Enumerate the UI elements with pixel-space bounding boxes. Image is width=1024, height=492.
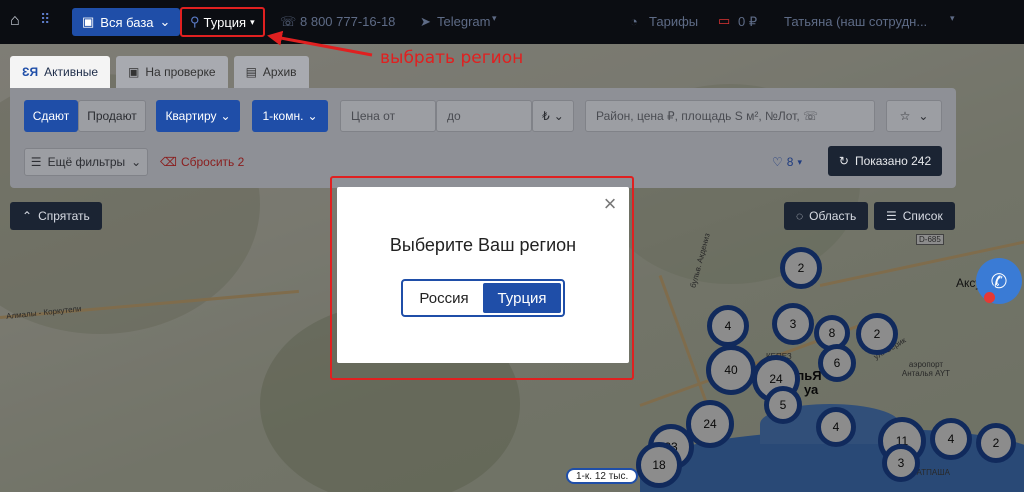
price-from-input[interactable]: Цена от xyxy=(340,100,436,132)
user-menu[interactable]: Татьяна (наш сотрудн... xyxy=(784,14,927,29)
base-selector-button[interactable]: ▣ Вся база ⌄ xyxy=(72,8,181,36)
user-icon: ◔ xyxy=(630,14,638,29)
notification-dot xyxy=(984,292,995,303)
building-icon: ▣ xyxy=(82,14,95,29)
caret-down-icon: ▾ xyxy=(797,156,802,167)
area-select-button[interactable]: ◌ Область xyxy=(784,202,869,230)
base-selector-label: Вся база xyxy=(100,14,154,30)
tab-label: На проверке xyxy=(145,65,216,79)
annotation-text: выбрать регион xyxy=(380,48,524,68)
chevron-up-icon: ⌃ xyxy=(22,209,33,223)
caret-down-icon: ▾ xyxy=(250,16,255,27)
chevron-down-icon: ⌄ xyxy=(159,14,171,29)
currency-label: ₺ xyxy=(542,109,550,123)
more-filters-button[interactable]: ☰ Ещё фильтры ⌄ xyxy=(24,148,148,176)
tab-label: Архив xyxy=(262,65,297,79)
dialog-title: Выберите Ваш регион xyxy=(389,235,577,255)
region-toggle: Россия Турция xyxy=(401,279,565,317)
heart-search-icon: ♡ xyxy=(772,155,783,169)
saved-searches-count: 8 xyxy=(786,155,794,169)
search-input[interactable]: Район, цена ₽, площадь S м², №Лот, ☏ xyxy=(585,100,875,132)
more-filters-label: Ещё фильтры xyxy=(47,155,126,169)
home-icon[interactable]: ⌂ xyxy=(10,12,20,30)
rent-toggle[interactable]: Сдают xyxy=(24,100,78,132)
region-dialog: × Выберите Ваш регион Россия Турция xyxy=(337,187,629,363)
chevron-down-icon: ⌄ xyxy=(307,109,318,123)
area-select-label: Область xyxy=(809,209,857,223)
show-results-label: Показано 242 xyxy=(854,154,932,168)
top-navigation: ⌂ ⠿ ▣ Вся база ⌄ ⚲ Турция ▾ ☏ 8 800 777-… xyxy=(0,0,1024,44)
chevron-down-icon: ⌄ xyxy=(918,109,929,123)
reset-filters-label: Сбросить 2 xyxy=(180,155,245,169)
sell-toggle[interactable]: Продают xyxy=(78,100,146,132)
support-phone[interactable]: 8 800 777-16-18 xyxy=(300,14,395,29)
phone-icon: ✆ xyxy=(990,270,1008,293)
region-option-russia[interactable]: Россия xyxy=(405,283,483,313)
favorites-select[interactable]: ☆ ⌄ xyxy=(886,100,942,132)
lasso-icon: ◌ xyxy=(796,209,804,223)
list-view-label: Список xyxy=(902,209,943,223)
tab-under-review[interactable]: ▣ На проверке xyxy=(116,56,228,88)
hide-panel-button[interactable]: ⌃ Спрятать xyxy=(10,202,102,230)
tab-label: Активные xyxy=(44,65,99,79)
reset-filters-button[interactable]: ⌫ Сбросить 2 xyxy=(160,148,244,176)
tariffs-link[interactable]: Тарифы xyxy=(649,14,698,29)
tab-archive[interactable]: ▤ Архив xyxy=(233,56,309,88)
telegram-link[interactable]: Telegram xyxy=(437,14,490,29)
user-pin-icon: ⚲ xyxy=(190,14,200,29)
saved-searches-button[interactable]: ♡ 8 ▾ xyxy=(772,148,802,176)
star-icon: ☆ xyxy=(899,109,911,123)
price-to-input[interactable]: до xyxy=(436,100,532,132)
price-badge[interactable]: 1-к. 12 тыс. xyxy=(566,468,639,484)
phone-icon: ☏ xyxy=(280,14,297,29)
people-icon: ƐЯ xyxy=(22,65,39,79)
currency-select[interactable]: ₺ ⌄ xyxy=(532,100,574,132)
rooms-select[interactable]: 1-комн. ⌄ xyxy=(252,100,328,132)
refresh-icon: ↻ xyxy=(838,154,849,168)
tab-active[interactable]: ƐЯ Активные xyxy=(10,56,111,88)
callback-widget[interactable]: ✆ xyxy=(976,258,1022,304)
calendar-check-icon: ▣ xyxy=(128,65,140,79)
region-option-turkey[interactable]: Турция xyxy=(483,283,561,313)
chevron-down-icon: ⌄ xyxy=(131,155,142,169)
chevron-down-icon: ⌄ xyxy=(553,109,564,123)
sliders-icon: ☰ xyxy=(30,155,42,169)
hide-panel-label: Спрятать xyxy=(38,209,90,223)
show-results-button[interactable]: ↻ Показано 242 xyxy=(828,146,942,176)
filter-panel-body: Сдают Продают Квартиру ⌄ 1-комн. ⌄ Цена … xyxy=(10,88,956,188)
region-selector-button[interactable]: ⚲ Турция ▾ xyxy=(180,7,265,37)
close-icon[interactable]: × xyxy=(599,193,621,215)
rooms-label: 1-комн. xyxy=(262,109,304,123)
caret-down-icon: ▾ xyxy=(492,13,497,23)
caret-down-icon: ▾ xyxy=(950,13,955,23)
region-selector-label: Турция xyxy=(203,14,247,30)
chevron-down-icon: ⌄ xyxy=(220,109,231,123)
filter-panel: ƐЯ Активные ▣ На проверке ▤ Архив Сдают … xyxy=(10,56,956,188)
apps-grid-icon[interactable]: ⠿ xyxy=(40,11,50,28)
property-type-label: Квартиру xyxy=(165,109,217,123)
telegram-icon: ➤ xyxy=(420,14,431,29)
archive-icon: ▤ xyxy=(245,65,257,79)
broom-icon: ⌫ xyxy=(160,155,177,169)
wallet-icon: ▭ xyxy=(718,13,731,28)
list-view-button[interactable]: ☰ Список xyxy=(874,202,955,230)
property-type-select[interactable]: Квартиру ⌄ xyxy=(156,100,240,132)
balance-value[interactable]: 0 ₽ xyxy=(738,14,757,30)
list-icon: ☰ xyxy=(886,209,897,223)
